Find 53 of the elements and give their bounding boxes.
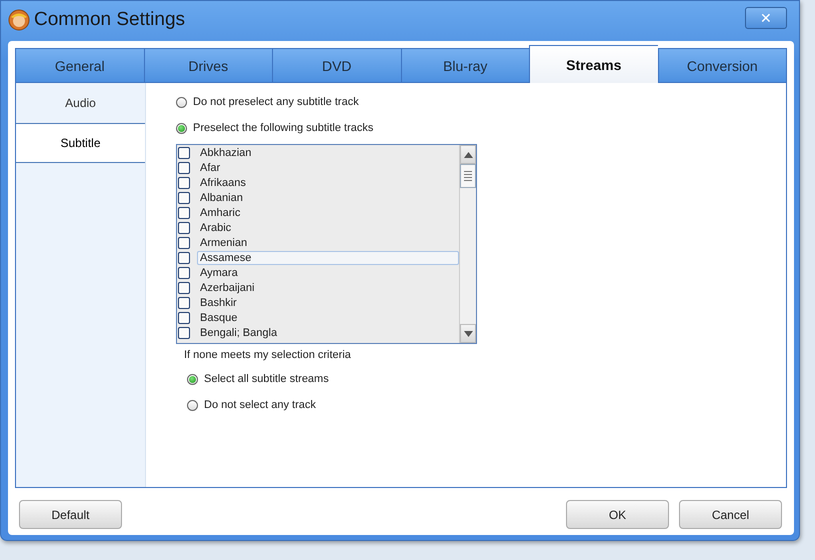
radio-button[interactable]	[187, 400, 198, 410]
list-item[interactable]: Azerbaijani	[197, 280, 459, 294]
down-triangle-icon	[464, 330, 472, 336]
checkbox[interactable]	[178, 296, 190, 308]
checkbox[interactable]	[178, 266, 190, 278]
tab[interactable]: Blu-ray	[400, 48, 529, 83]
button[interactable]: Cancel	[679, 500, 782, 529]
scroll-down-button[interactable]	[460, 324, 476, 343]
checkbox[interactable]	[178, 236, 190, 248]
list-item[interactable]: Bengali; Bangla	[197, 326, 459, 340]
list-item[interactable]: Armenian	[197, 236, 459, 250]
scroll-thumb[interactable]	[460, 164, 476, 188]
sidebar-item[interactable]: Subtitle	[16, 124, 145, 163]
checkbox[interactable]	[178, 146, 190, 158]
radio-label[interactable]: Do not preselect any subtitle track	[193, 96, 359, 108]
tab[interactable]: DVD	[272, 48, 400, 83]
checkbox[interactable]	[178, 252, 190, 264]
tab[interactable]: Conversion	[658, 48, 787, 83]
list-item[interactable]: Afrikaans	[197, 176, 459, 190]
radio-button[interactable]	[187, 374, 198, 384]
radio-label[interactable]: Select all subtitle streams	[204, 373, 329, 385]
monkey-logo-icon	[8, 9, 30, 31]
tab[interactable]: Drives	[144, 48, 272, 83]
checkbox[interactable]	[178, 206, 190, 218]
checkbox[interactable]	[178, 312, 190, 324]
scrollbar[interactable]	[459, 145, 476, 343]
radio-button[interactable]	[176, 96, 187, 108]
window-title: Common Settings	[34, 9, 186, 31]
scroll-up-button[interactable]	[460, 145, 476, 164]
button[interactable]: Default	[19, 500, 122, 529]
checkbox[interactable]	[178, 176, 190, 188]
checkbox[interactable]	[178, 162, 190, 174]
tab[interactable]: Streams	[529, 45, 658, 83]
checkbox[interactable]	[178, 326, 190, 338]
list-item[interactable]: Basque	[197, 310, 459, 324]
radio-button[interactable]	[176, 122, 187, 134]
fallback-label: If none meets my selection criteria	[184, 349, 352, 361]
list-item[interactable]: Afar	[197, 160, 459, 174]
up-triangle-icon	[464, 152, 472, 158]
button[interactable]: OK	[566, 500, 669, 529]
list-item[interactable]: Assamese	[197, 250, 459, 264]
radio-label[interactable]: Do not select any track	[204, 399, 316, 411]
list-item[interactable]: Aymara	[197, 266, 459, 280]
checkbox[interactable]	[178, 222, 190, 234]
list-item[interactable]: Albanian	[197, 190, 459, 204]
checkbox[interactable]	[178, 282, 190, 294]
checkbox[interactable]	[178, 192, 190, 204]
radio-label[interactable]: Preselect the following subtitle tracks	[193, 122, 374, 134]
tab[interactable]: General	[15, 48, 144, 83]
list-item[interactable]: Abkhazian	[197, 146, 459, 160]
list-item[interactable]: Arabic	[197, 220, 459, 234]
list-item[interactable]: Bashkir	[197, 296, 459, 310]
list-item[interactable]: Amharic	[197, 206, 459, 220]
